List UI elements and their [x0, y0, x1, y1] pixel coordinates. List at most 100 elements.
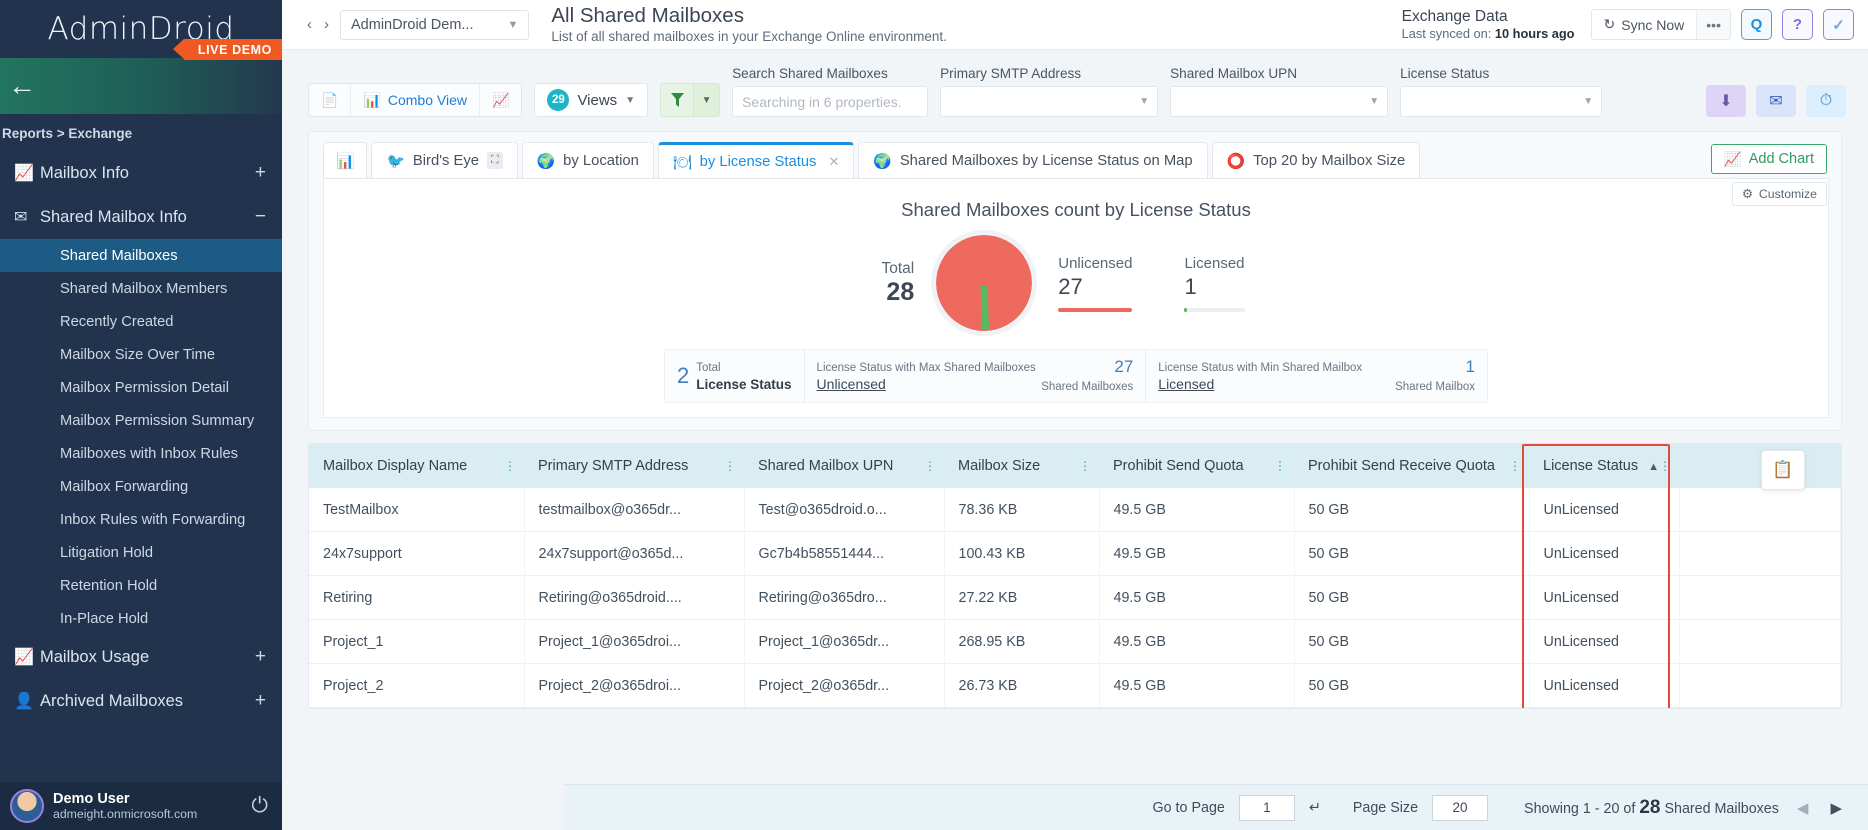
table-row[interactable]: 24x7support 24x7support@o365d... Gc7b4b5…: [309, 532, 1841, 576]
page-size-input[interactable]: 20: [1432, 795, 1488, 821]
sidebar-item-mailboxes-with-inbox-rules[interactable]: Mailboxes with Inbox Rules: [0, 437, 282, 470]
sidebar-item-mailbox-permission-detail[interactable]: Mailbox Permission Detail: [0, 371, 282, 404]
kpi-unlicensed[interactable]: Unlicensed 27: [1032, 255, 1158, 312]
sidebar-item-litigation-hold[interactable]: Litigation Hold: [0, 536, 282, 569]
download-icon[interactable]: ⬇: [1706, 85, 1746, 117]
column-menu-icon[interactable]: ⋮: [1509, 464, 1521, 468]
table-row[interactable]: Project_2 Project_2@o365droi... Project_…: [309, 664, 1841, 708]
col-shared-mailbox-upn[interactable]: Shared Mailbox UPN ⋮: [744, 444, 944, 488]
cell-display-name: 24x7support: [309, 532, 524, 576]
column-menu-icon[interactable]: ⋮: [1079, 464, 1091, 468]
col-prohibit-send-quota[interactable]: Prohibit Send Quota ⋮: [1099, 444, 1294, 488]
shared-mailbox-upn-select[interactable]: ▼: [1170, 86, 1388, 117]
back-bar[interactable]: ←: [0, 58, 282, 114]
table-row[interactable]: TestMailbox testmailbox@o365dr... Test@o…: [309, 488, 1841, 532]
sidebar-item-mailbox-forwarding[interactable]: Mailbox Forwarding: [0, 470, 282, 503]
back-nav-icon[interactable]: ‹: [307, 16, 312, 33]
chevron-down-icon: ▼: [1583, 96, 1593, 107]
column-menu-icon[interactable]: ⋮: [504, 464, 516, 468]
col-primary-smtp-address[interactable]: Primary SMTP Address ⋮: [524, 444, 744, 488]
expand-icon[interactable]: ⛶: [487, 152, 503, 169]
col-mailbox-display-name[interactable]: Mailbox Display Name ⋮: [309, 444, 524, 488]
search-icon[interactable]: Q: [1741, 9, 1772, 40]
column-menu-icon[interactable]: ⋮: [724, 464, 736, 468]
enter-icon[interactable]: ↵: [1309, 800, 1321, 816]
license-status-label: License Status: [1400, 66, 1602, 81]
customize-button[interactable]: ⚙ Customize: [1732, 182, 1827, 206]
col-license-status[interactable]: License Status ▲ ⋮: [1529, 444, 1679, 488]
summary-min-value[interactable]: Licensed: [1158, 376, 1214, 392]
schedule-icon[interactable]: ⏱: [1806, 85, 1846, 117]
sidebar: AdminDroid LIVE DEMO ← Reports > Exchang…: [0, 0, 282, 830]
sidebar-item-inbox-rules-with-forwarding[interactable]: Inbox Rules with Forwarding: [0, 503, 282, 536]
expand-toggle-icon[interactable]: +: [255, 690, 266, 712]
sidebar-group-archived-mailboxes[interactable]: 👤 Archived Mailboxes +: [0, 679, 282, 723]
sidebar-item-retention-hold[interactable]: Retention Hold: [0, 569, 282, 602]
filter-toolbar: 📄 📊 Combo View 📈 29 Views ▼ ▼ Search Sh: [282, 50, 1868, 127]
tenant-selector[interactable]: AdminDroid Dem... ▼: [340, 10, 529, 40]
column-menu-icon[interactable]: ⋮: [924, 464, 936, 468]
sidebar-group-mailbox-usage[interactable]: 📈 Mailbox Usage +: [0, 635, 282, 679]
col-prohibit-send-receive-quota[interactable]: Prohibit Send Receive Quota ⋮: [1294, 444, 1529, 488]
expand-toggle-icon[interactable]: +: [255, 162, 266, 184]
sidebar-item-in-place-hold[interactable]: In-Place Hold: [0, 602, 282, 635]
tab-bar-chart[interactable]: 📊: [323, 142, 367, 178]
sidebar-item-shared-mailboxes[interactable]: Shared Mailboxes: [0, 239, 282, 272]
power-icon[interactable]: ⏻: [251, 794, 272, 818]
table-row[interactable]: Project_1 Project_1@o365droi... Project_…: [309, 620, 1841, 664]
tab-top-20-by-mailbox-size[interactable]: ⭕ Top 20 by Mailbox Size: [1212, 142, 1421, 178]
user-bar[interactable]: Demo User admeight.onmicrosoft.com ⏻: [0, 782, 282, 830]
email-icon[interactable]: ✉: [1756, 85, 1796, 117]
sidebar-item-shared-mailbox-members[interactable]: Shared Mailbox Members: [0, 272, 282, 305]
col-label: Mailbox Display Name: [323, 458, 467, 474]
combo-view-button[interactable]: 📊 Combo View: [351, 84, 480, 116]
license-status-select[interactable]: ▼: [1400, 86, 1602, 117]
column-menu-icon[interactable]: ⋮: [1274, 464, 1286, 468]
table-row[interactable]: Retiring Retiring@o365droid.... Retiring…: [309, 576, 1841, 620]
close-icon[interactable]: ✕: [828, 154, 839, 170]
search-input[interactable]: Searching in 6 properties.: [732, 86, 928, 117]
col-mailbox-size[interactable]: Mailbox Size ⋮: [944, 444, 1099, 488]
table-header-row: Mailbox Display Name ⋮ Primary SMTP Addr…: [309, 444, 1841, 488]
prev-page-icon[interactable]: ◀: [1793, 799, 1813, 817]
tenant-name: AdminDroid Dem...: [351, 17, 473, 33]
add-chart-button[interactable]: 📈 Add Chart: [1711, 144, 1827, 174]
pie-chart[interactable]: [936, 235, 1032, 331]
document-view-button[interactable]: 📄: [309, 84, 351, 116]
help-icon[interactable]: ?: [1782, 9, 1813, 40]
primary-smtp-label: Primary SMTP Address: [940, 66, 1158, 81]
column-menu-icon[interactable]: ⋮: [1659, 464, 1671, 468]
filter-icon[interactable]: [660, 83, 694, 117]
expand-toggle-icon[interactable]: +: [255, 646, 266, 668]
sync-now-button[interactable]: ↻Sync Now •••: [1591, 9, 1731, 40]
sidebar-item-recently-created[interactable]: Recently Created: [0, 305, 282, 338]
views-dropdown[interactable]: 29 Views ▼: [534, 83, 648, 117]
tab-birds-eye[interactable]: 🐦 Bird's Eye ⛶: [371, 142, 517, 178]
forward-nav-icon[interactable]: ›: [324, 16, 329, 33]
summary-max-value[interactable]: Unlicensed: [817, 376, 886, 392]
chart-view-button[interactable]: 📈: [480, 84, 521, 116]
sort-asc-icon[interactable]: ▲: [1648, 461, 1659, 473]
sidebar-group-mailbox-info[interactable]: 📈 Mailbox Info +: [0, 151, 282, 195]
kpi-licensed[interactable]: Licensed 1: [1158, 255, 1270, 312]
primary-smtp-select[interactable]: ▼: [940, 86, 1158, 117]
tab-license-status-on-map[interactable]: 🌍 Shared Mailboxes by License Status on …: [858, 142, 1207, 178]
next-page-icon[interactable]: ▶: [1826, 799, 1846, 817]
tab-by-location[interactable]: 🌍 by Location: [522, 142, 654, 178]
sidebar-group-shared-mailbox-info[interactable]: ✉ Shared Mailbox Info −: [0, 195, 282, 239]
collapse-toggle-icon[interactable]: −: [255, 206, 266, 228]
status-check-icon[interactable]: ✓: [1823, 9, 1854, 40]
brand-logo[interactable]: AdminDroid LIVE DEMO: [0, 0, 282, 58]
tab-label: Bird's Eye: [413, 153, 479, 169]
sidebar-item-mailbox-size-over-time[interactable]: Mailbox Size Over Time: [0, 338, 282, 371]
table-settings-icon[interactable]: 📋: [1761, 450, 1805, 490]
filter-button-group[interactable]: ▼: [660, 83, 720, 117]
filter-dropdown-icon[interactable]: ▼: [694, 83, 720, 117]
more-options-icon[interactable]: •••: [1696, 10, 1730, 39]
tab-by-license-status[interactable]: 🍽 by License Status ✕: [658, 142, 855, 178]
sidebar-item-mailbox-permission-summary[interactable]: Mailbox Permission Summary: [0, 404, 282, 437]
shared-mailbox-upn-label: Shared Mailbox UPN: [1170, 66, 1388, 81]
back-arrow-icon[interactable]: ←: [8, 72, 36, 100]
kpi-bar: [1058, 308, 1132, 312]
goto-page-input[interactable]: 1: [1239, 795, 1295, 821]
